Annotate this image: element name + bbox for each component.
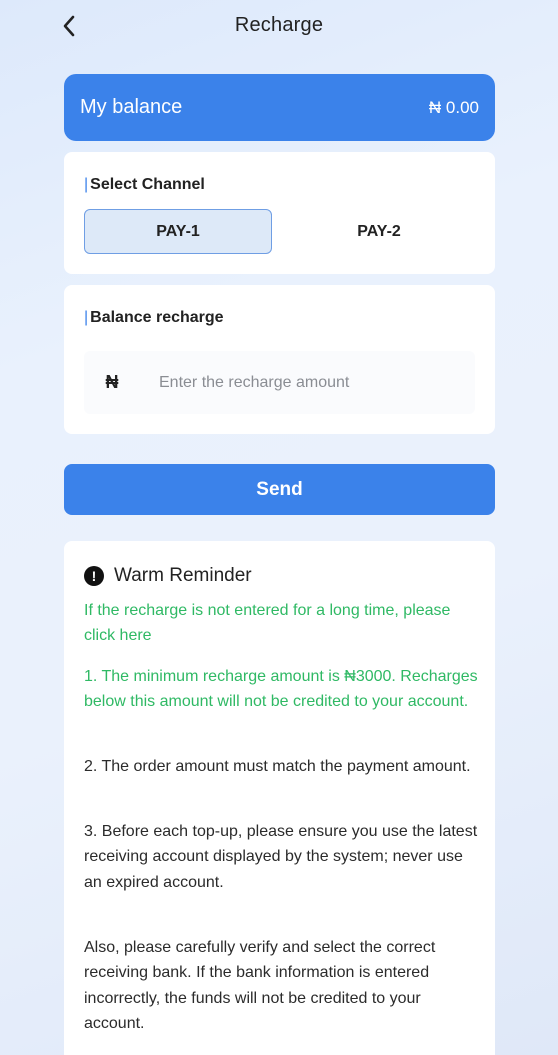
- balance-value: ₦ 0.00: [428, 97, 479, 117]
- reminder-bank-note: Also, please carefully verify and select…: [84, 939, 436, 1032]
- recharge-card: | Balance recharge ₦: [64, 285, 495, 434]
- recharge-help-link[interactable]: If the recharge is not entered for a lon…: [84, 598, 479, 649]
- recharge-title: Balance recharge: [90, 309, 224, 326]
- reminder-rule-3: 3. Before each top-up, please ensure you…: [84, 823, 478, 891]
- reminder-title: Warm Reminder: [114, 565, 252, 586]
- naira-icon: ₦: [105, 372, 119, 392]
- balance-label: My balance: [80, 96, 183, 118]
- reminder-card: ! Warm Reminder If the recharge is not e…: [64, 541, 495, 1055]
- reminder-rule-2: 2. The order amount must match the payme…: [84, 758, 471, 775]
- channel-option-pay-1[interactable]: PAY-1: [84, 209, 272, 254]
- section-marker: |: [84, 309, 89, 326]
- channel-option-pay-2[interactable]: PAY-2: [285, 209, 473, 254]
- reminder-rule-1: 1. The minimum recharge amount is ₦3000.…: [84, 668, 478, 711]
- reminder-header: ! Warm Reminder: [84, 565, 252, 587]
- exclamation-circle-icon: !: [84, 566, 104, 586]
- page-title: Recharge: [234, 14, 324, 36]
- balance-card: My balance ₦ 0.00: [64, 74, 495, 141]
- header: Recharge: [0, 0, 558, 54]
- send-button[interactable]: Send: [64, 464, 495, 515]
- channel-title: Select Channel: [90, 176, 205, 193]
- section-title-channel: | Select Channel: [84, 176, 205, 194]
- amount-input[interactable]: [140, 351, 475, 414]
- section-marker: |: [84, 176, 89, 193]
- amount-row: ₦: [84, 351, 475, 414]
- channel-card: | Select Channel PAY-1 PAY-2: [64, 152, 495, 274]
- section-title-recharge: | Balance recharge: [84, 309, 224, 327]
